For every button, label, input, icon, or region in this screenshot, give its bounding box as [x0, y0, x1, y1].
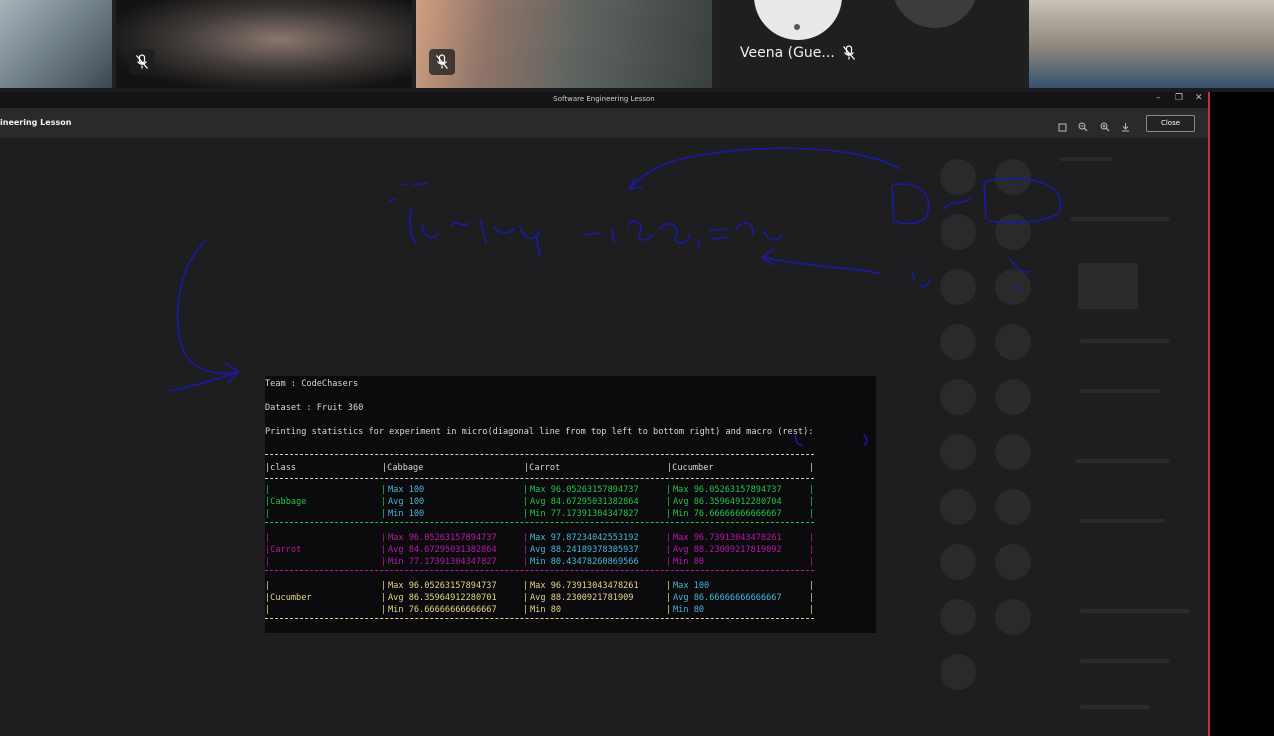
minimize-button[interactable]: –	[1156, 93, 1161, 103]
screen-edge	[1208, 92, 1274, 736]
viewer-toolbar: ineering Lesson Close	[0, 108, 1208, 139]
participant-video-2[interactable]	[116, 0, 412, 88]
document-canvas[interactable]: Team : CodeChasers Dataset : Fruit 360 P…	[0, 139, 1208, 736]
document-title: ineering Lesson	[0, 118, 72, 127]
participant-video-3[interactable]	[416, 0, 712, 88]
fit-page-icon[interactable]	[1058, 117, 1067, 136]
window-close-button[interactable]: ✕	[1195, 93, 1203, 103]
avatar	[892, 0, 978, 28]
zoom-out-icon[interactable]	[1078, 117, 1088, 136]
mic-off-icon	[842, 45, 856, 65]
download-icon[interactable]	[1121, 117, 1130, 136]
zoom-in-icon[interactable]	[1100, 117, 1110, 136]
participant-strip: Veena (Gue...	[0, 0, 1274, 88]
participant-tile-guest[interactable]: Veena (Gue...	[716, 0, 1025, 88]
participant-name: Veena (Gue...	[740, 45, 835, 61]
mic-off-icon	[129, 49, 155, 75]
ink-left-arrow-tail	[169, 362, 239, 392]
window-titlebar: Software Engineering Lesson – ❐ ✕	[0, 92, 1208, 108]
ink-top-arrow	[629, 147, 901, 190]
ink-scribble	[911, 258, 1031, 290]
pen-annotations	[169, 147, 1062, 446]
ink-left-arrow	[176, 240, 239, 375]
mic-off-icon	[429, 49, 455, 75]
participant-video-4[interactable]	[1029, 0, 1274, 88]
ink-dd-box	[891, 177, 1062, 225]
restore-button[interactable]: ❐	[1175, 93, 1183, 103]
shared-window: Software Engineering Lesson – ❐ ✕ ineeri…	[0, 92, 1208, 736]
window-title: Software Engineering Lesson	[553, 95, 655, 103]
avatar	[754, 0, 842, 40]
ink-bottom-arrow	[761, 248, 881, 274]
sharing-indicator	[1208, 92, 1210, 736]
close-button[interactable]: Close	[1146, 115, 1195, 132]
ink-table-mark	[794, 434, 868, 446]
ink-formula	[389, 182, 783, 258]
participant-video-1[interactable]	[0, 0, 112, 88]
